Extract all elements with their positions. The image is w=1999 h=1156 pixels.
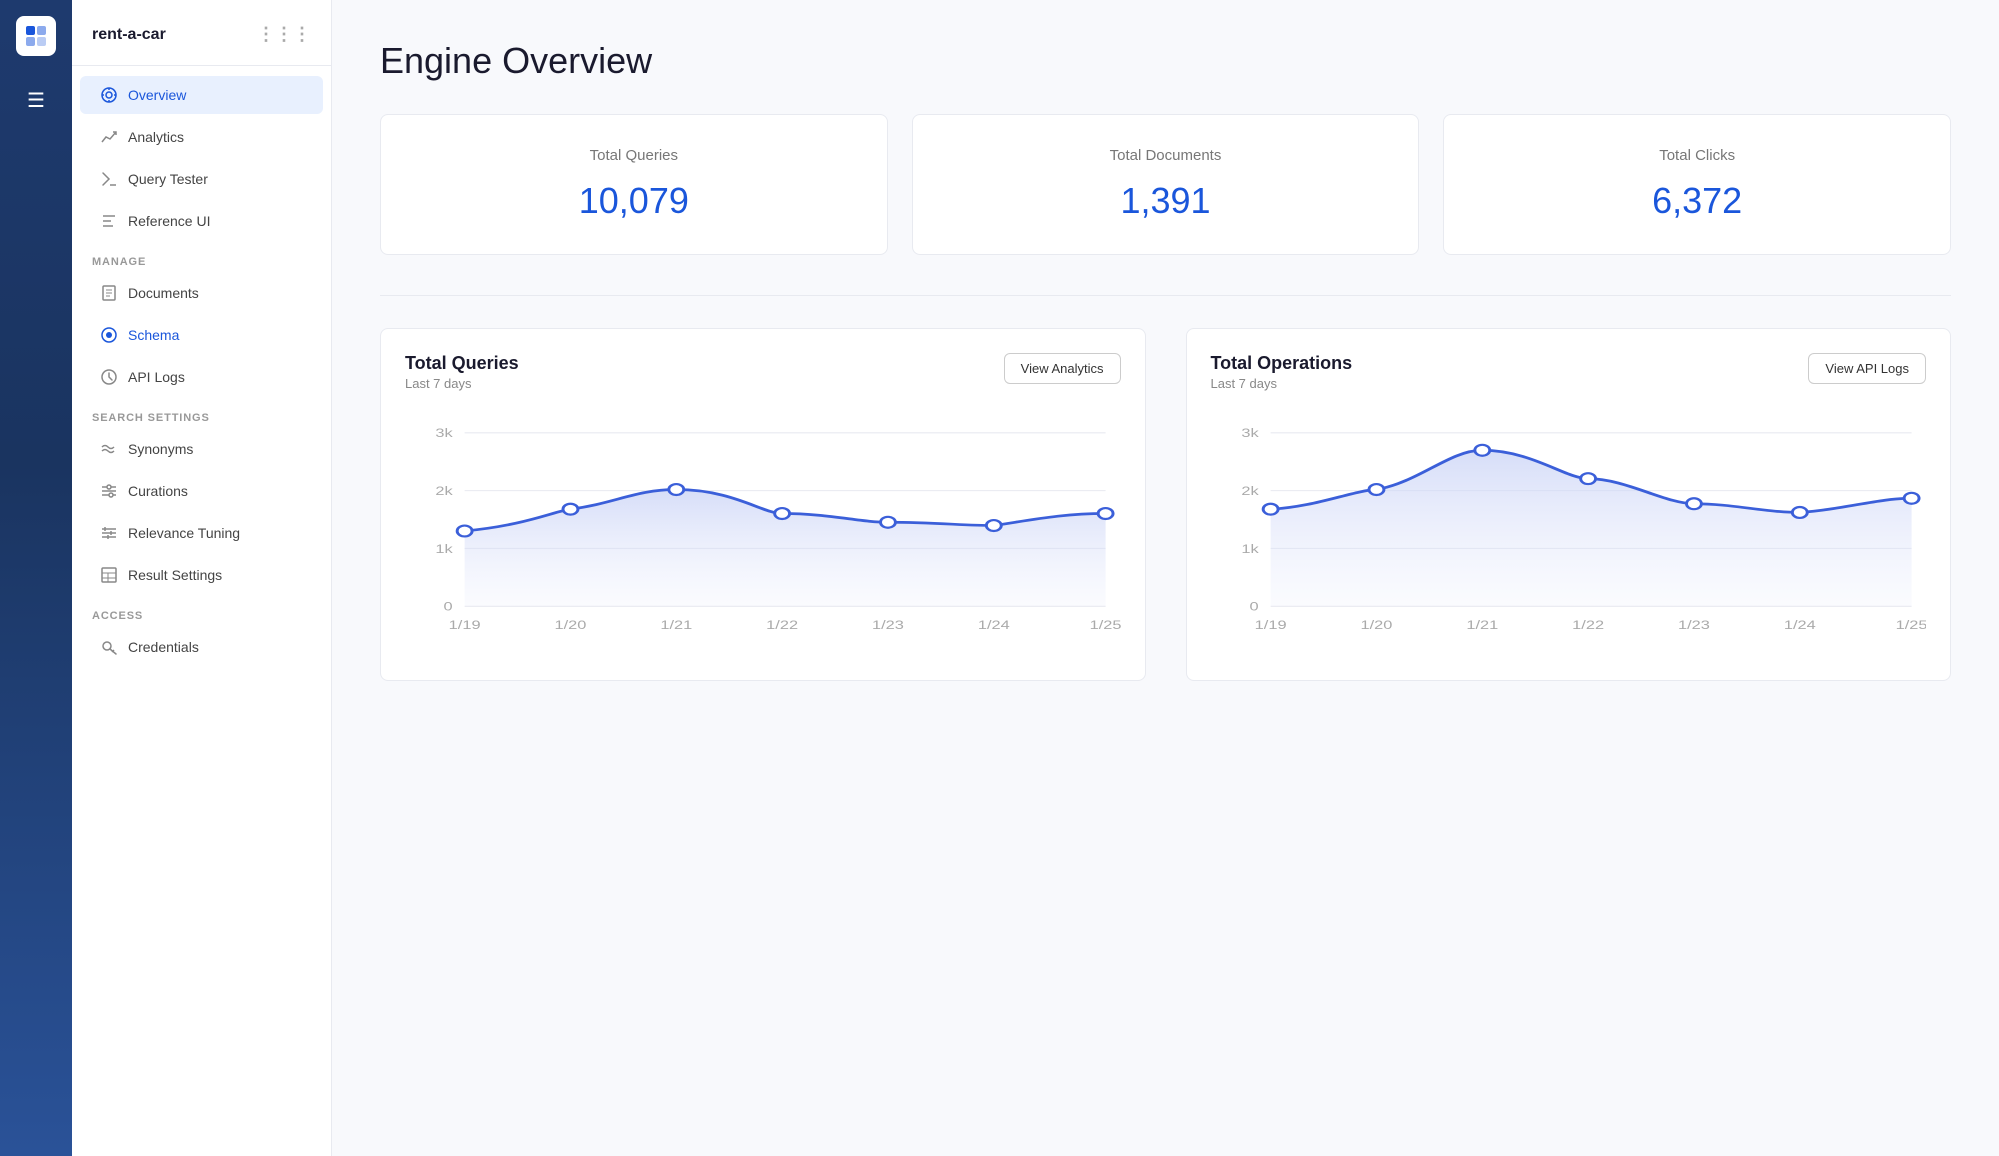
svg-text:3k: 3k <box>435 427 453 440</box>
sidebar: rent-a-car ⋮⋮⋮ Overview Analytics <box>72 0 332 1156</box>
sidebar-item-overview[interactable]: Overview <box>80 76 323 114</box>
sidebar-item-documents-label: Documents <box>128 285 199 301</box>
svg-text:1/19: 1/19 <box>1254 619 1286 632</box>
relevance-tuning-icon <box>100 524 118 542</box>
main-content: Engine Overview Total Queries 10,079 Tot… <box>332 0 1999 1156</box>
section-access-label: ACCESS <box>72 596 331 626</box>
svg-text:1k: 1k <box>1241 543 1259 556</box>
result-settings-icon <box>100 566 118 584</box>
analytics-icon <box>100 128 118 146</box>
sidebar-item-schema-label: Schema <box>128 327 179 343</box>
svg-text:0: 0 <box>1249 601 1258 614</box>
sidebar-item-analytics-label: Analytics <box>128 129 184 145</box>
documents-icon <box>100 284 118 302</box>
sidebar-item-documents[interactable]: Documents <box>80 274 323 312</box>
section-search-settings-label: SEARCH SETTINGS <box>72 398 331 428</box>
left-rail: ☰ <box>0 0 72 1156</box>
charts-row: Total Queries Last 7 days View Analytics <box>380 328 1951 681</box>
svg-text:1/22: 1/22 <box>766 619 798 632</box>
view-api-logs-button[interactable]: View API Logs <box>1808 353 1926 384</box>
svg-text:1/21: 1/21 <box>660 619 692 632</box>
sidebar-item-curations[interactable]: Curations <box>80 472 323 510</box>
api-logs-icon <box>100 368 118 386</box>
chart-svg-queries: 3k 2k 1k 0 <box>405 411 1121 656</box>
stat-value-total-clicks: 6,372 <box>1468 180 1926 222</box>
svg-text:2k: 2k <box>1241 485 1259 498</box>
chart-total-queries: Total Queries Last 7 days View Analytics <box>380 328 1146 681</box>
svg-text:1/21: 1/21 <box>1466 619 1498 632</box>
credentials-icon <box>100 638 118 656</box>
sidebar-item-query-tester[interactable]: Query Tester <box>80 160 323 198</box>
chart-title-queries: Total Queries Last 7 days <box>405 353 519 391</box>
sidebar-item-credentials-label: Credentials <box>128 639 199 655</box>
divider <box>380 295 1951 296</box>
svg-text:3k: 3k <box>1241 427 1259 440</box>
svg-text:1k: 1k <box>435 543 453 556</box>
sidebar-item-api-logs[interactable]: API Logs <box>80 358 323 396</box>
curations-icon <box>100 482 118 500</box>
overview-icon <box>100 86 118 104</box>
svg-text:1/25: 1/25 <box>1895 619 1926 632</box>
sidebar-item-schema[interactable]: Schema <box>80 316 323 354</box>
sidebar-item-synonyms[interactable]: Synonyms <box>80 430 323 468</box>
query-tester-icon <box>100 170 118 188</box>
app-name-label: rent-a-car <box>92 26 166 44</box>
sidebar-item-relevance-tuning[interactable]: Relevance Tuning <box>80 514 323 552</box>
stat-label-total-queries: Total Queries <box>405 147 863 164</box>
hamburger-icon[interactable]: ☰ <box>27 88 45 113</box>
svg-text:1/23: 1/23 <box>872 619 904 632</box>
stat-card-total-clicks: Total Clicks 6,372 <box>1443 114 1951 255</box>
section-manage-label: MANAGE <box>72 242 331 272</box>
sidebar-app-header: rent-a-car ⋮⋮⋮ <box>72 16 331 66</box>
app-menu-dots[interactable]: ⋮⋮⋮ <box>257 24 311 45</box>
app-logo <box>16 16 56 56</box>
stats-row: Total Queries 10,079 Total Documents 1,3… <box>380 114 1951 255</box>
reference-ui-icon <box>100 212 118 230</box>
view-analytics-button[interactable]: View Analytics <box>1004 353 1121 384</box>
svg-text:1/22: 1/22 <box>1572 619 1604 632</box>
chart-header-operations: Total Operations Last 7 days View API Lo… <box>1211 353 1927 391</box>
svg-text:1/20: 1/20 <box>555 619 587 632</box>
stat-label-total-clicks: Total Clicks <box>1468 147 1926 164</box>
sidebar-item-api-logs-label: API Logs <box>128 369 185 385</box>
sidebar-item-query-tester-label: Query Tester <box>128 171 208 187</box>
sidebar-item-result-settings[interactable]: Result Settings <box>80 556 323 594</box>
sidebar-item-synonyms-label: Synonyms <box>128 441 193 457</box>
svg-text:0: 0 <box>444 601 453 614</box>
sidebar-item-curations-label: Curations <box>128 483 188 499</box>
svg-text:1/24: 1/24 <box>1783 619 1815 632</box>
sidebar-item-credentials[interactable]: Credentials <box>80 628 323 666</box>
sidebar-item-overview-label: Overview <box>128 87 186 103</box>
sidebar-item-result-settings-label: Result Settings <box>128 567 222 583</box>
sidebar-item-reference-ui-label: Reference UI <box>128 213 210 229</box>
stat-value-total-documents: 1,391 <box>937 180 1395 222</box>
chart-title-operations: Total Operations Last 7 days <box>1211 353 1353 391</box>
sidebar-item-reference-ui[interactable]: Reference UI <box>80 202 323 240</box>
chart-svg-operations: 3k 2k 1k 0 1/19 1/ <box>1211 411 1927 656</box>
svg-text:2k: 2k <box>435 485 453 498</box>
svg-text:1/25: 1/25 <box>1090 619 1121 632</box>
stat-label-total-documents: Total Documents <box>937 147 1395 164</box>
page-title: Engine Overview <box>380 40 1951 82</box>
sidebar-item-relevance-tuning-label: Relevance Tuning <box>128 525 240 541</box>
svg-text:1/24: 1/24 <box>978 619 1010 632</box>
stat-card-total-documents: Total Documents 1,391 <box>912 114 1420 255</box>
stat-value-total-queries: 10,079 <box>405 180 863 222</box>
schema-icon <box>100 326 118 344</box>
chart-header-queries: Total Queries Last 7 days View Analytics <box>405 353 1121 391</box>
chart-total-operations: Total Operations Last 7 days View API Lo… <box>1186 328 1952 681</box>
sidebar-item-analytics[interactable]: Analytics <box>80 118 323 156</box>
svg-text:1/23: 1/23 <box>1678 619 1710 632</box>
svg-text:1/20: 1/20 <box>1360 619 1392 632</box>
synonyms-icon <box>100 440 118 458</box>
svg-text:1/19: 1/19 <box>449 619 481 632</box>
stat-card-total-queries: Total Queries 10,079 <box>380 114 888 255</box>
